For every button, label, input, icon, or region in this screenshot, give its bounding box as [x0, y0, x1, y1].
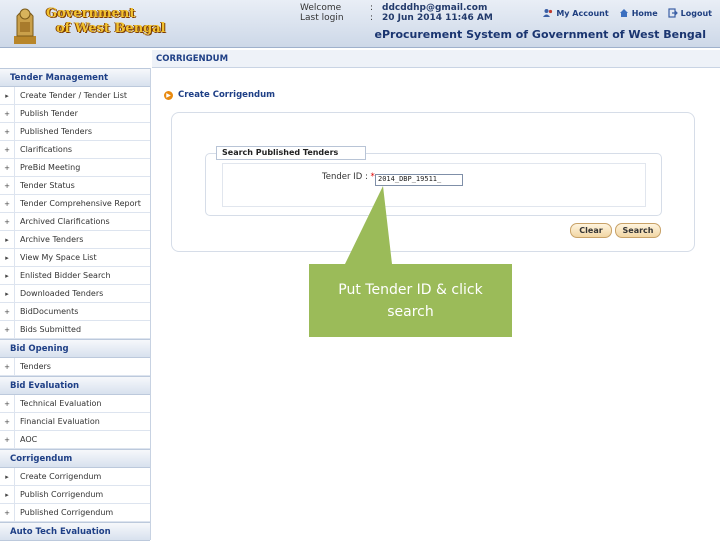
logout-link[interactable]: Logout	[668, 8, 712, 18]
sidebar-item-publish-tender[interactable]: + Publish Tender	[0, 105, 150, 123]
system-title: eProcurement System of Government of Wes…	[374, 28, 706, 41]
chevron-right-icon: ▸	[5, 472, 9, 481]
logout-icon	[668, 8, 678, 18]
user-email: ddcddhp@gmail.com	[382, 3, 488, 13]
tender-id-input[interactable]: 2014_DBP_19511_	[375, 174, 463, 186]
sidebar-item-archived-clarifications[interactable]: + Archived Clarifications	[0, 213, 150, 231]
sidebar-item-tenders[interactable]: + Tenders	[0, 358, 150, 376]
sidebar-item-create-corrigendum[interactable]: ▸ Create Corrigendum	[0, 468, 150, 486]
sidebar-item-archive-tenders[interactable]: ▸ Archive Tenders	[0, 231, 150, 249]
plus-icon: +	[4, 145, 10, 154]
plus-icon: +	[4, 199, 10, 208]
last-login-label: Last login	[300, 13, 344, 23]
user-info: Welcome : ddcddhp@gmail.com Last login :…	[300, 3, 493, 23]
plus-icon: +	[4, 435, 10, 444]
chevron-right-icon: ▸	[5, 271, 9, 280]
sidebar-section-bid-opening[interactable]: Bid Opening	[0, 339, 150, 358]
plus-icon: +	[4, 362, 10, 371]
home-link[interactable]: Home	[619, 8, 658, 18]
search-fieldset-legend: Search Published Tenders	[216, 146, 366, 160]
sidebar-item-tender-status[interactable]: + Tender Status	[0, 177, 150, 195]
plus-icon: +	[4, 325, 10, 334]
sidebar-section-tender-management[interactable]: Tender Management	[0, 68, 150, 87]
my-account-link[interactable]: My Account	[543, 8, 609, 18]
chevron-right-icon: ▸	[5, 91, 9, 100]
sidebar-section-corrigendum[interactable]: Corrigendum	[0, 449, 150, 468]
sidebar-item-publish-corrigendum[interactable]: ▸ Publish Corrigendum	[0, 486, 150, 504]
sidebar-item-aoc[interactable]: + AOC	[0, 431, 150, 449]
plus-icon: +	[4, 109, 10, 118]
sidebar-item-prebid-meeting[interactable]: + PreBid Meeting	[0, 159, 150, 177]
chevron-right-icon: ▸	[5, 235, 9, 244]
sidebar-item-create-tender[interactable]: ▸ Create Tender / Tender List	[0, 87, 150, 105]
page-breadcrumb: CORRIGENDUM	[152, 50, 720, 68]
sidebar-item-bids-submitted[interactable]: + Bids Submitted	[0, 321, 150, 339]
chevron-right-icon: ▸	[5, 490, 9, 499]
page-title: ▶ Create Corrigendum	[164, 90, 275, 100]
sidebar-item-technical-evaluation[interactable]: + Technical Evaluation	[0, 395, 150, 413]
sidebar-item-my-space[interactable]: ▸ View My Space List	[0, 249, 150, 267]
plus-icon: +	[4, 399, 10, 408]
sidebar-menu: Tender Management ▸ Create Tender / Tende…	[0, 68, 151, 541]
sidebar-section-bid-evaluation[interactable]: Bid Evaluation	[0, 376, 150, 395]
plus-icon: +	[4, 217, 10, 226]
plus-icon: +	[4, 127, 10, 136]
sidebar-item-downloaded-tenders[interactable]: ▸ Downloaded Tenders	[0, 285, 150, 303]
chevron-right-icon: ▸	[5, 253, 9, 262]
tender-id-label: Tender ID : *	[322, 172, 375, 182]
plus-icon: +	[4, 307, 10, 316]
plus-icon: +	[4, 508, 10, 517]
sidebar-section-auto-tech-evaluation[interactable]: Auto Tech Evaluation	[0, 522, 150, 541]
chevron-right-icon: ▸	[5, 289, 9, 298]
plus-icon: +	[4, 181, 10, 190]
sidebar-item-comprehensive-report[interactable]: + Tender Comprehensive Report	[0, 195, 150, 213]
government-logo-text: Government of West Bengal	[46, 6, 166, 36]
sidebar-item-enlisted-bidder-search[interactable]: ▸ Enlisted Bidder Search	[0, 267, 150, 285]
clear-button[interactable]: Clear	[570, 223, 612, 238]
welcome-label: Welcome	[300, 3, 342, 13]
plus-icon: +	[4, 163, 10, 172]
sidebar-item-published-tenders[interactable]: + Published Tenders	[0, 123, 150, 141]
sidebar-item-bid-documents[interactable]: + BidDocuments	[0, 303, 150, 321]
instruction-callout-text: Put Tender ID & click search	[338, 282, 483, 320]
top-links: My Account Home Logout	[543, 8, 712, 18]
home-icon	[619, 9, 628, 17]
plus-icon: +	[4, 417, 10, 426]
sidebar-item-published-corrigendum[interactable]: + Published Corrigendum	[0, 504, 150, 522]
app-header: Government of West Bengal Welcome : ddcd…	[0, 0, 720, 48]
search-button[interactable]: Search	[615, 223, 661, 238]
sidebar-item-financial-evaluation[interactable]: + Financial Evaluation	[0, 413, 150, 431]
last-login-value: 20 Jun 2014 11:46 AM	[382, 13, 493, 23]
sidebar-item-clarifications[interactable]: + Clarifications	[0, 141, 150, 159]
arrow-bullet-icon: ▶	[164, 90, 173, 100]
state-emblem-icon	[14, 8, 36, 44]
users-icon	[543, 9, 553, 17]
